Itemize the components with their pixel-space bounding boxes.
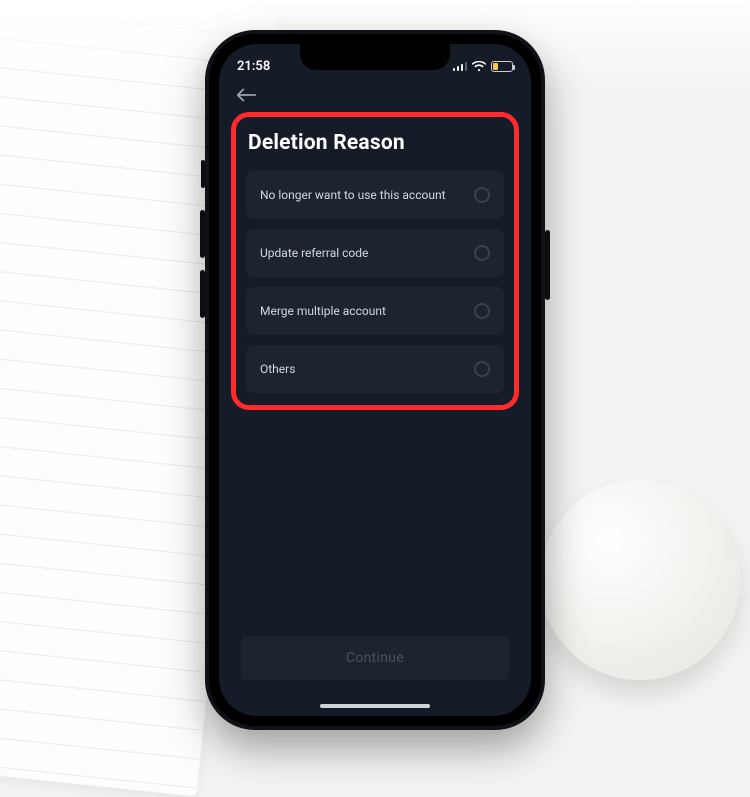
reason-option-label: Update referral code [260, 246, 368, 260]
phone-frame: 21:58 Deletion Reason No longer want to … [205, 30, 545, 730]
status-time: 21:58 [237, 59, 270, 74]
status-right [453, 61, 514, 72]
reason-option-label: Others [260, 362, 295, 376]
arrow-left-icon [235, 86, 257, 104]
continue-label: Continue [346, 650, 404, 666]
radio-icon [474, 245, 490, 261]
reason-option[interactable]: Others [246, 345, 504, 393]
home-indicator[interactable] [320, 704, 430, 708]
reason-option-label: No longer want to use this account [260, 188, 446, 202]
reason-options: No longer want to use this account Updat… [246, 171, 504, 393]
reason-option-label: Merge multiple account [260, 304, 386, 318]
power-button [545, 230, 550, 300]
notch [300, 44, 450, 70]
volume-down-button [200, 270, 205, 318]
reason-option[interactable]: Merge multiple account [246, 287, 504, 335]
page-title: Deletion Reason [248, 131, 502, 155]
continue-button[interactable]: Continue [241, 636, 509, 680]
mute-switch [201, 160, 205, 188]
deletion-reason-section-highlight: Deletion Reason No longer want to use th… [231, 112, 519, 410]
radio-icon [474, 187, 490, 203]
back-button[interactable] [219, 78, 531, 106]
signal-icon [453, 61, 468, 71]
volume-up-button [200, 210, 205, 258]
wifi-icon [472, 61, 486, 72]
battery-icon [491, 61, 513, 72]
radio-icon [474, 303, 490, 319]
reason-option[interactable]: No longer want to use this account [246, 171, 504, 219]
screen: 21:58 Deletion Reason No longer want to … [219, 44, 531, 716]
reason-option[interactable]: Update referral code [246, 229, 504, 277]
radio-icon [474, 361, 490, 377]
